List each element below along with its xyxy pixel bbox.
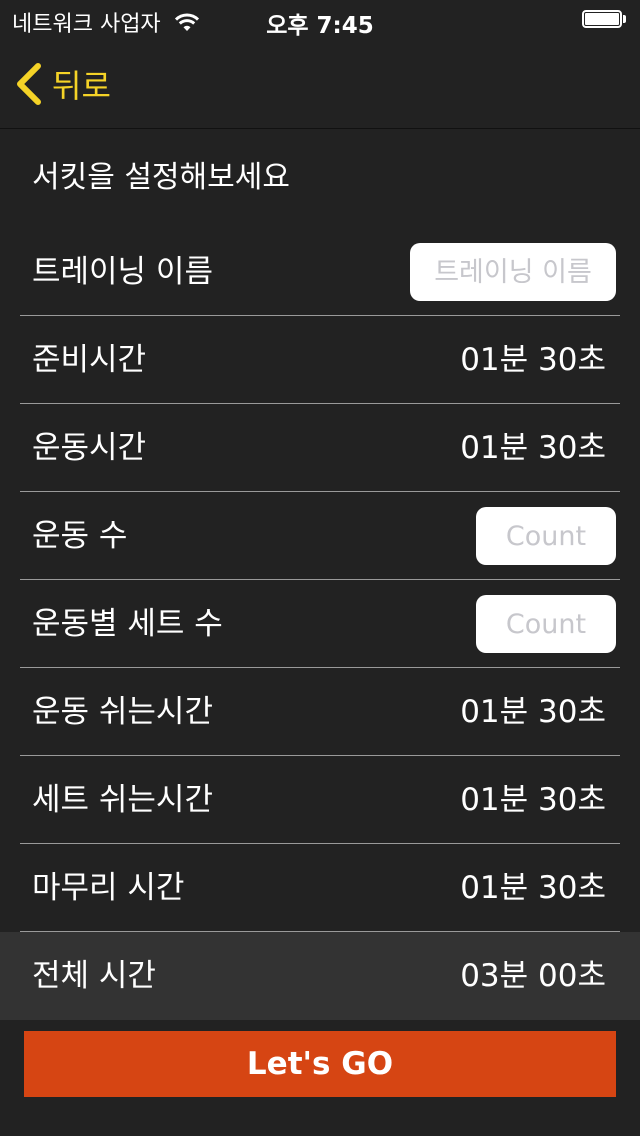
navigation-bar: 뒤로 <box>0 40 640 129</box>
total-time-label: 전체 시간 <box>32 958 156 994</box>
prep-time-value[interactable]: 01분 30초 <box>460 316 606 404</box>
sets-per-exercise-row: 운동별 세트 수 <box>0 580 640 668</box>
exercise-time-row[interactable]: 운동시간 01분 30초 <box>0 404 640 492</box>
set-rest-label: 세트 쉬는시간 <box>32 782 213 818</box>
training-name-input[interactable] <box>410 243 616 301</box>
set-rest-value[interactable]: 01분 30초 <box>460 756 606 844</box>
section-title: 서킷을 설정해보세요 <box>32 160 290 195</box>
total-time-row: 전체 시간 03분 00초 <box>0 932 640 1020</box>
prep-time-row[interactable]: 준비시간 01분 30초 <box>0 316 640 404</box>
training-name-row: 트레이닝 이름 <box>0 228 640 316</box>
exercise-rest-value[interactable]: 01분 30초 <box>460 668 606 756</box>
exercise-count-row: 운동 수 <box>0 492 640 580</box>
back-label: 뒤로 <box>52 67 111 105</box>
exercise-rest-row[interactable]: 운동 쉬는시간 01분 30초 <box>0 668 640 756</box>
status-bar: 네트워크 사업자 오후 7:45 <box>0 0 640 40</box>
prep-time-label: 준비시간 <box>32 342 147 378</box>
chevron-left-icon <box>17 63 41 105</box>
status-time: 오후 7:45 <box>266 13 374 39</box>
lets-go-button[interactable]: Let's GO <box>24 1031 616 1097</box>
battery-icon <box>582 10 628 30</box>
exercise-time-label: 운동시간 <box>32 430 147 466</box>
exercise-time-value[interactable]: 01분 30초 <box>460 404 606 492</box>
sets-per-exercise-input[interactable] <box>476 595 616 653</box>
set-rest-row[interactable]: 세트 쉬는시간 01분 30초 <box>0 756 640 844</box>
total-time-value: 03분 00초 <box>460 958 606 994</box>
sets-per-exercise-label: 운동별 세트 수 <box>32 606 223 642</box>
exercise-rest-label: 운동 쉬는시간 <box>32 694 213 730</box>
back-button[interactable]: 뒤로 <box>14 62 111 106</box>
cooldown-time-row[interactable]: 마무리 시간 01분 30초 <box>0 844 640 932</box>
exercise-count-label: 운동 수 <box>32 518 128 554</box>
cooldown-time-value[interactable]: 01분 30초 <box>460 844 606 932</box>
cooldown-time-label: 마무리 시간 <box>32 870 185 906</box>
exercise-count-input[interactable] <box>476 507 616 565</box>
training-name-label: 트레이닝 이름 <box>32 254 213 290</box>
